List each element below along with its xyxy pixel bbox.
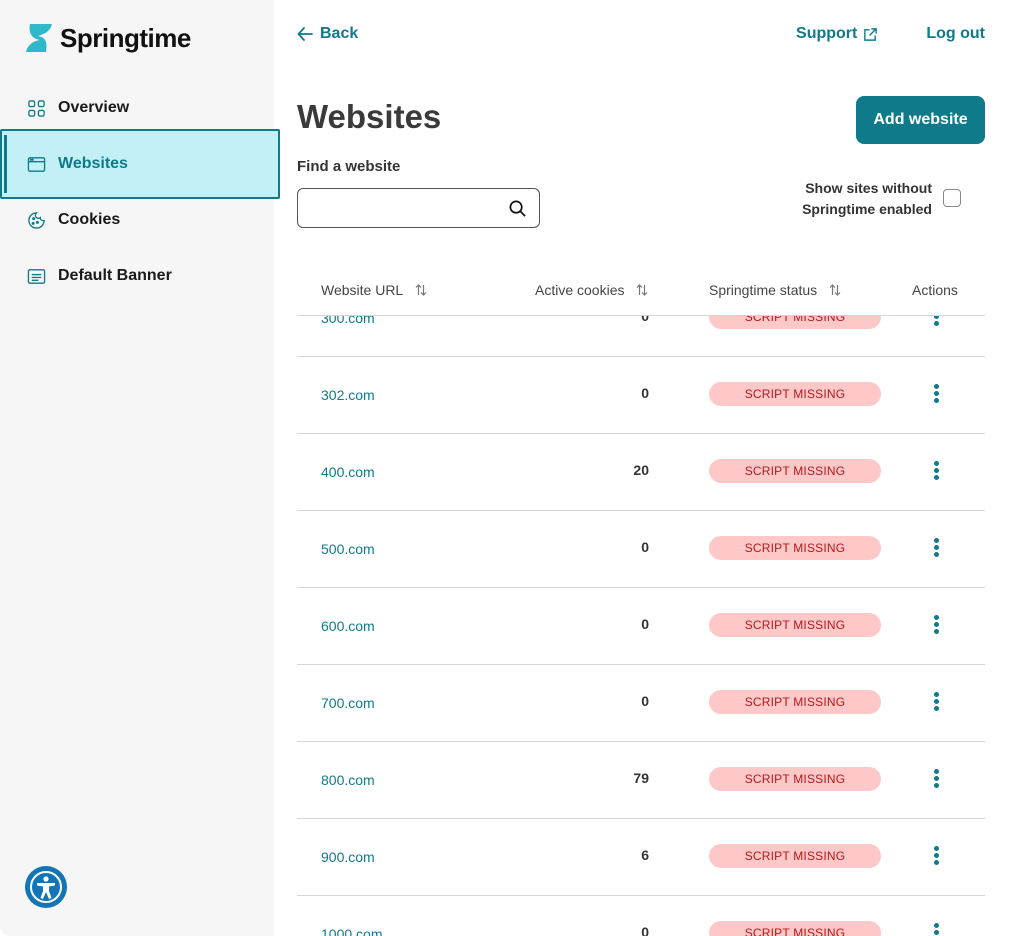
table-row: 800.com 79 SCRIPT MISSING (297, 742, 985, 819)
table-row: 400.com 20 SCRIPT MISSING (297, 434, 985, 511)
website-url-link[interactable]: 1000.com (321, 926, 382, 936)
sidebar: Springtime Overview Websites Cookies Def… (0, 0, 280, 936)
status-badge: SCRIPT MISSING (709, 921, 881, 936)
website-url-link[interactable]: 300.com (321, 316, 375, 326)
browser-window-icon (27, 156, 46, 172)
website-url-link[interactable]: 700.com (321, 695, 375, 711)
support-link[interactable]: Support (796, 25, 878, 43)
sidebar-item-websites[interactable]: Websites (0, 129, 280, 199)
column-header-label: Website URL (321, 282, 404, 298)
column-header-label: Springtime status (709, 282, 818, 298)
search-field[interactable] (297, 188, 540, 228)
accessibility-icon (30, 871, 62, 903)
toggle-label-line: Springtime enabled (802, 201, 932, 217)
row-actions-menu-icon[interactable] (931, 461, 941, 483)
website-url-link[interactable]: 800.com (321, 772, 375, 788)
table-row: 700.com 0 SCRIPT MISSING (297, 665, 985, 742)
sidebar-item-cookies[interactable]: Cookies (0, 192, 280, 248)
sidebar-item-overview[interactable]: Overview (0, 80, 280, 136)
row-actions-menu-icon[interactable] (931, 923, 941, 936)
row-actions-menu-icon[interactable] (931, 538, 941, 560)
column-header-actions: Actions (912, 282, 958, 298)
row-actions-menu-icon[interactable] (931, 316, 941, 329)
column-header-label: Actions (912, 282, 958, 298)
show-sites-toggle-label: Show sites without Springtime enabled (760, 178, 932, 220)
support-label: Support (796, 25, 858, 42)
table-row: 900.com 6 SCRIPT MISSING (297, 819, 985, 896)
active-cookies-count: 0 (641, 924, 649, 936)
status-badge: SCRIPT MISSING (709, 536, 881, 560)
table-row: 1000.com 0 SCRIPT MISSING (297, 896, 985, 936)
sidebar-item-label: Websites (58, 155, 128, 172)
column-header-cookies[interactable]: Active cookies (535, 282, 648, 298)
logout-link[interactable]: Log out (926, 25, 985, 43)
status-badge: SCRIPT MISSING (709, 767, 881, 791)
website-url-link[interactable]: 302.com (321, 387, 375, 403)
accessibility-button[interactable] (25, 866, 67, 908)
website-url-link[interactable]: 600.com (321, 618, 375, 634)
search-input[interactable] (298, 189, 498, 227)
toggle-label-line: Show sites without (805, 180, 932, 196)
status-badge: SCRIPT MISSING (709, 459, 881, 483)
table-row: 302.com 0 SCRIPT MISSING (297, 357, 985, 434)
row-actions-menu-icon[interactable] (931, 615, 941, 637)
status-badge: SCRIPT MISSING (709, 316, 881, 329)
sidebar-item-label: Overview (58, 99, 130, 116)
sidebar-item-label: Cookies (58, 211, 121, 228)
active-cookies-count: 20 (633, 462, 649, 478)
back-label: Back (320, 25, 359, 42)
active-cookies-count: 0 (641, 693, 649, 709)
website-url-link[interactable]: 400.com (321, 464, 375, 480)
column-header-url[interactable]: Website URL (321, 282, 427, 298)
add-website-button[interactable]: Add website (856, 96, 985, 144)
active-cookies-count: 79 (633, 770, 649, 786)
row-actions-menu-icon[interactable] (931, 692, 941, 714)
logout-label: Log out (926, 25, 985, 42)
row-actions-menu-icon[interactable] (931, 384, 941, 406)
column-header-label: Active cookies (535, 282, 625, 298)
show-sites-checkbox[interactable] (943, 189, 961, 207)
cookie-icon (28, 211, 45, 229)
row-actions-menu-icon[interactable] (931, 846, 941, 868)
row-actions-menu-icon[interactable] (931, 769, 941, 791)
status-badge: SCRIPT MISSING (709, 844, 881, 868)
column-header-status[interactable]: Springtime status (709, 282, 841, 298)
active-cookies-count: 0 (641, 315, 649, 324)
back-link[interactable]: Back (296, 25, 358, 43)
header-links: Support Log out (796, 25, 985, 43)
springtime-leaf-icon (26, 24, 52, 52)
table-row: 600.com 0 SCRIPT MISSING (297, 588, 985, 665)
table-row: 500.com 0 SCRIPT MISSING (297, 511, 985, 588)
external-link-icon (864, 27, 878, 41)
sidebar-item-label: Default Banner (58, 267, 172, 284)
status-badge: SCRIPT MISSING (709, 690, 881, 714)
search-icon[interactable] (508, 199, 527, 218)
page-title: Websites (297, 98, 442, 135)
logo[interactable]: Springtime (24, 22, 191, 54)
sort-icon[interactable] (415, 283, 427, 297)
app-window: Springtime Overview Websites Cookies Def… (0, 0, 1010, 936)
banner-icon (27, 268, 46, 284)
status-badge: SCRIPT MISSING (709, 613, 881, 637)
find-website-label: Find a website (297, 158, 401, 175)
sort-icon[interactable] (829, 283, 841, 297)
grid-icon (28, 99, 45, 117)
table-row: 300.com 0 SCRIPT MISSING (297, 315, 985, 357)
arrow-left-icon (297, 27, 313, 41)
website-url-link[interactable]: 900.com (321, 849, 375, 865)
active-cookies-count: 6 (641, 847, 649, 863)
sort-icon[interactable] (636, 283, 648, 297)
active-cookies-count: 0 (641, 616, 649, 632)
websites-table[interactable]: 300.com 0 SCRIPT MISSING 302.com 0 SCRIP… (297, 315, 985, 936)
brand-name: Springtime (60, 22, 191, 53)
status-badge: SCRIPT MISSING (709, 382, 881, 406)
active-cookies-count: 0 (641, 385, 649, 401)
website-url-link[interactable]: 500.com (321, 541, 375, 557)
active-cookies-count: 0 (641, 539, 649, 555)
sidebar-item-default-banner[interactable]: Default Banner (0, 248, 280, 304)
